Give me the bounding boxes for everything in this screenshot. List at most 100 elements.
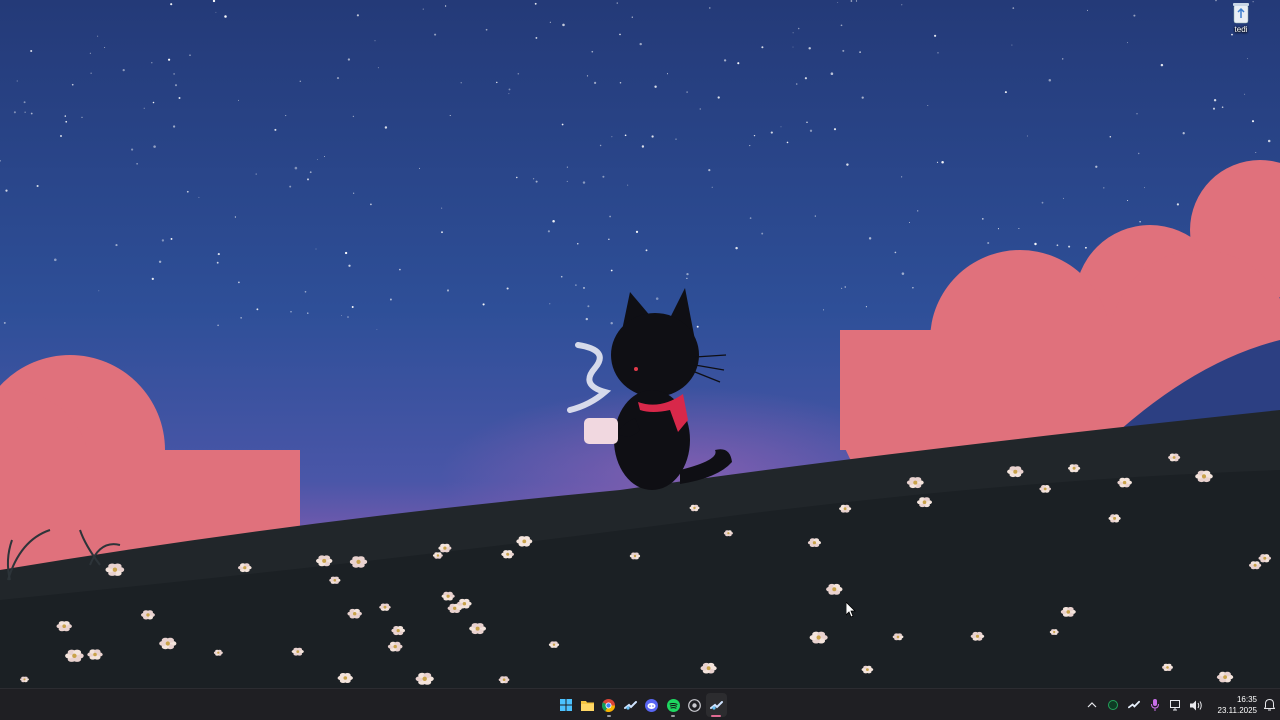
star bbox=[609, 215, 611, 218]
tray-network-button[interactable] bbox=[1165, 689, 1186, 720]
star bbox=[823, 309, 825, 311]
show-hidden-icons-button[interactable] bbox=[1081, 689, 1102, 720]
clock-time: 16:35 bbox=[1236, 695, 1257, 704]
star bbox=[399, 268, 401, 271]
star bbox=[934, 34, 937, 37]
star bbox=[792, 46, 794, 48]
taskbar-discord-button[interactable] bbox=[641, 693, 663, 717]
star bbox=[377, 67, 379, 69]
star bbox=[516, 176, 518, 179]
taskbar-file-explorer-button[interactable] bbox=[577, 693, 599, 717]
star bbox=[152, 101, 155, 104]
star bbox=[1084, 246, 1087, 249]
star bbox=[496, 81, 498, 84]
star bbox=[172, 125, 176, 128]
star bbox=[1213, 99, 1217, 102]
star bbox=[59, 134, 63, 138]
steam-icon bbox=[623, 700, 637, 710]
star bbox=[1034, 242, 1037, 246]
star bbox=[170, 3, 173, 6]
tray-volume-button[interactable] bbox=[1186, 689, 1207, 720]
star bbox=[1087, 9, 1089, 11]
star bbox=[115, 244, 118, 247]
notification-center-button[interactable] bbox=[1259, 689, 1280, 720]
taskbar-github-button[interactable] bbox=[684, 693, 706, 717]
star bbox=[1267, 139, 1271, 143]
star bbox=[1133, 14, 1136, 17]
star bbox=[735, 246, 738, 250]
star bbox=[627, 184, 629, 186]
taskbar-chrome-button[interactable] bbox=[598, 693, 620, 717]
star bbox=[98, 290, 100, 292]
star bbox=[482, 303, 485, 306]
star bbox=[1012, 7, 1015, 9]
star bbox=[842, 49, 845, 52]
taskbar: 16:35 23.11.2025 bbox=[0, 688, 1280, 720]
star bbox=[216, 261, 219, 264]
clock[interactable]: 16:35 23.11.2025 bbox=[1207, 694, 1259, 716]
star bbox=[1056, 244, 1059, 247]
star bbox=[599, 144, 602, 147]
clock-date: 23.11.2025 bbox=[1217, 706, 1257, 715]
star bbox=[189, 54, 191, 56]
star bbox=[809, 129, 813, 132]
star bbox=[562, 23, 565, 27]
star bbox=[560, 275, 563, 278]
star bbox=[997, 228, 1000, 230]
star bbox=[846, 163, 849, 166]
star bbox=[215, 11, 217, 13]
active-indicator bbox=[711, 715, 722, 717]
star bbox=[13, 111, 16, 114]
desktop-icon-recycle-bin[interactable]: tedi bbox=[1224, 2, 1258, 42]
star bbox=[3, 321, 6, 324]
star bbox=[1136, 113, 1138, 115]
star bbox=[901, 272, 905, 275]
star bbox=[749, 145, 751, 147]
star bbox=[631, 16, 633, 18]
spotify-icon bbox=[666, 698, 680, 712]
network-icon bbox=[1169, 699, 1180, 710]
star bbox=[1127, 42, 1128, 44]
star bbox=[24, 111, 26, 113]
running-indicator bbox=[671, 715, 676, 717]
star bbox=[865, 306, 867, 308]
star bbox=[909, 221, 910, 223]
star bbox=[655, 297, 659, 300]
tray-steam-button[interactable] bbox=[1123, 689, 1144, 720]
taskbar-steam-active-button[interactable] bbox=[705, 693, 727, 717]
star bbox=[566, 180, 568, 182]
star bbox=[151, 62, 153, 64]
star bbox=[347, 316, 349, 318]
mug bbox=[584, 418, 618, 444]
star bbox=[901, 176, 903, 178]
star bbox=[686, 277, 688, 280]
taskbar-spotify-button[interactable] bbox=[663, 693, 685, 717]
tray-microphone-button[interactable] bbox=[1144, 689, 1165, 720]
star bbox=[1068, 245, 1071, 248]
star bbox=[797, 27, 800, 30]
star bbox=[1011, 44, 1013, 46]
star bbox=[608, 238, 610, 240]
star bbox=[723, 59, 727, 62]
star bbox=[170, 237, 173, 240]
star bbox=[186, 190, 189, 193]
star bbox=[594, 81, 597, 84]
star bbox=[686, 272, 689, 276]
star bbox=[256, 308, 259, 311]
github-icon bbox=[688, 698, 702, 712]
star bbox=[549, 21, 551, 23]
taskbar-steam-button[interactable] bbox=[620, 693, 642, 717]
star bbox=[1244, 93, 1246, 95]
tray-nvidia-button[interactable] bbox=[1102, 689, 1123, 720]
star bbox=[153, 145, 156, 148]
star bbox=[446, 289, 450, 292]
star bbox=[1062, 197, 1064, 199]
star bbox=[1137, 152, 1140, 155]
taskbar-start-button[interactable] bbox=[555, 693, 577, 717]
star bbox=[1212, 107, 1216, 110]
windows-start-icon bbox=[559, 699, 572, 711]
star bbox=[217, 253, 220, 256]
star bbox=[635, 230, 639, 234]
flower bbox=[438, 543, 452, 553]
star bbox=[552, 220, 555, 223]
